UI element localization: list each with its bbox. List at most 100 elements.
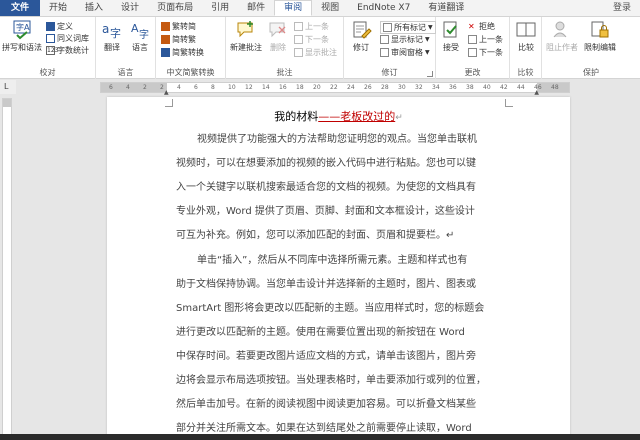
ruler-tick-label: 24	[347, 84, 355, 91]
next-comment-button[interactable]: 下一条	[294, 34, 329, 45]
paragraph-line: SmartArt 图形将会更改以匹配新的主题。当应用样式时，您的标题会	[176, 303, 485, 314]
simp-to-trad-icon	[161, 35, 170, 44]
ruler-tick-label: 16	[279, 84, 287, 91]
next-change-button[interactable]: 下一条	[468, 47, 503, 58]
block-authors-button[interactable]: 阻止作者	[544, 20, 580, 53]
paragraph-2[interactable]: 单击“插入”，然后从不同库中选择所需元素。主题和样式也有 助于文档保持协调。当您…	[176, 249, 501, 440]
language-button[interactable]: A 字 语言	[126, 20, 154, 53]
markup-icon	[383, 23, 392, 32]
group-label-comments: 批注	[276, 68, 293, 77]
ruler-tick-label: 48	[551, 84, 559, 91]
spelling-grammar-button[interactable]: 字A 拼写和语法	[2, 20, 42, 53]
group-changes: 接受 ✕ 拒绝 上一条 下一条 更改	[436, 17, 510, 79]
ruler-corner-tab-selector[interactable]: L	[0, 80, 16, 94]
language-icon: A 字	[131, 22, 149, 40]
translate-icon: a 字	[102, 22, 121, 40]
thesaurus-button[interactable]: 同义词库	[46, 33, 89, 44]
chevron-down-icon: ▼	[425, 49, 430, 56]
markup-display-select[interactable]: 所有标记 ▼	[380, 21, 436, 34]
tab-endnote[interactable]: EndNote X7	[348, 0, 419, 16]
simp-to-trad-button[interactable]: 简转繁	[161, 34, 196, 45]
login-link[interactable]: 登录	[604, 0, 640, 16]
chinese-conversion-button[interactable]: 简繁转换	[161, 47, 204, 58]
next-comment-icon	[294, 35, 303, 44]
ruler-tick-label: 8	[211, 84, 215, 91]
track-changes-icon	[353, 21, 372, 39]
tab-home[interactable]: 开始	[40, 0, 76, 16]
group-language: a 字 翻译 A 字 语言 语言	[96, 17, 156, 79]
reject-button[interactable]: ✕ 拒绝	[468, 21, 495, 32]
tab-review[interactable]: 审阅	[274, 0, 313, 16]
indent-marker-icon[interactable]: ▲	[164, 89, 169, 96]
lock-icon	[591, 21, 609, 38]
ruler-tick-label: 32	[415, 84, 423, 91]
word-count-button[interactable]: 123 字数统计	[46, 45, 89, 56]
compare-icon	[516, 22, 536, 37]
tracking-dialog-launcher[interactable]	[427, 71, 433, 77]
new-comment-button[interactable]: 新建批注	[228, 20, 264, 53]
ruler-tick-label: 30	[398, 84, 406, 91]
svg-text:字A: 字A	[16, 22, 30, 32]
tab-design[interactable]: 设计	[112, 0, 148, 16]
ruler-tick-label: 14	[262, 84, 270, 91]
trad-to-simp-icon	[161, 22, 170, 31]
svg-text:字: 字	[139, 28, 149, 40]
previous-change-button[interactable]: 上一条	[468, 34, 503, 45]
track-changes-button[interactable]: 修订	[346, 20, 376, 53]
tab-youdao[interactable]: 有道翻译	[419, 0, 473, 16]
show-markup-icon	[380, 35, 389, 44]
delete-comment-button[interactable]: 删除	[266, 20, 290, 53]
group-label-language: 语言	[117, 68, 134, 77]
define-button[interactable]: 定义	[46, 21, 73, 32]
trad-to-simp-button[interactable]: 繁转简	[161, 21, 196, 32]
svg-text:a: a	[102, 22, 109, 36]
reviewing-pane-button[interactable]: 审阅窗格 ▼	[380, 47, 430, 58]
show-markup-button[interactable]: 显示标记 ▼	[380, 34, 430, 45]
conversion-icon	[161, 48, 170, 57]
restrict-editing-button[interactable]: 限制编辑	[582, 20, 618, 53]
accept-button[interactable]: 接受	[438, 20, 464, 53]
ribbon-tab-bar: 文件 开始 插入 设计 页面布局 引用 邮件 审阅 视图 EndNote X7 …	[0, 0, 640, 17]
tab-view[interactable]: 视图	[312, 0, 348, 16]
group-label-chinese: 中文简繁转换	[166, 68, 215, 77]
crop-mark-top-right	[505, 99, 513, 107]
reviewing-pane-icon	[380, 48, 389, 57]
ribbon: 字A 拼写和语法 定义 同义词库 123 字数统计 校对 a 字 翻译 A 字 …	[0, 17, 640, 79]
paragraph-line: 助于文档保持协调。当您单击设计并选择新的主题时，图片、图表或	[176, 279, 476, 290]
tab-insert[interactable]: 插入	[76, 0, 112, 16]
paragraph-line: 视频提供了功能强大的方法帮助您证明您的观点。当您单击联机	[197, 134, 477, 145]
chevron-down-icon: ▼	[428, 24, 433, 31]
document-page[interactable]: 我的材料——老板改过的↵ 视频提供了功能强大的方法帮助您证明您的观点。当您单击联…	[107, 97, 570, 440]
ruler-tick-label: 38	[466, 84, 474, 91]
show-comments-button[interactable]: 显示批注	[294, 47, 337, 58]
previous-comment-button[interactable]: 上一条	[294, 21, 329, 32]
tab-page-layout[interactable]: 页面布局	[148, 0, 202, 16]
title-revision-text: ——老板改过的	[318, 110, 396, 123]
ruler-tick-label: 36	[449, 84, 457, 91]
vertical-ruler[interactable]	[2, 98, 12, 440]
show-comments-icon	[294, 48, 303, 57]
thesaurus-icon	[46, 34, 55, 43]
ruler-tick-label: 18	[296, 84, 304, 91]
group-tracking: 修订 所有标记 ▼ 显示标记 ▼ 审阅窗格 ▼ 修订	[344, 17, 436, 79]
translate-button[interactable]: a 字 翻译	[98, 20, 126, 53]
previous-change-icon	[468, 35, 477, 44]
tab-references[interactable]: 引用	[202, 0, 238, 16]
paragraph-1[interactable]: 视频提供了功能强大的方法帮助您证明您的观点。当您单击联机 视频时，可以在想要添加…	[176, 128, 501, 248]
document-title[interactable]: 我的材料——老板改过的↵	[107, 108, 570, 124]
horizontal-ruler[interactable]: 6 4 2 2 4 6 8 10 12 14 16 18 20 22 24 26 28 30 32 34 36 38 40 4…	[100, 82, 570, 96]
ruler-tick-label: 28	[381, 84, 389, 91]
status-bar	[0, 434, 640, 440]
tab-file[interactable]: 文件	[0, 0, 41, 16]
right-indent-marker-icon[interactable]: ▲	[534, 89, 539, 96]
paragraph-line: 中保存时间。若要更改图片适应文档的方式，请单击该图片，图片旁	[176, 351, 476, 362]
ruler-numbers: 6 4 2 2 4 6 8 10 12 14 16 18 20 22 24 26 28 30 32 34 36 38 40 4…	[101, 83, 569, 92]
compare-button[interactable]: 比较	[512, 20, 540, 53]
word-count-icon: 123	[46, 46, 59, 55]
delete-comment-icon	[269, 22, 286, 38]
tab-mailings[interactable]: 邮件	[238, 0, 274, 16]
ruler-tick-label: 26	[364, 84, 372, 91]
paragraph-line: 单击“插入”，然后从不同库中选择所需元素。主题和样式也有	[197, 255, 468, 266]
accept-icon	[443, 21, 457, 38]
group-chinese-conversion: 繁转简 简转繁 简繁转换 中文简繁转换	[156, 17, 226, 79]
